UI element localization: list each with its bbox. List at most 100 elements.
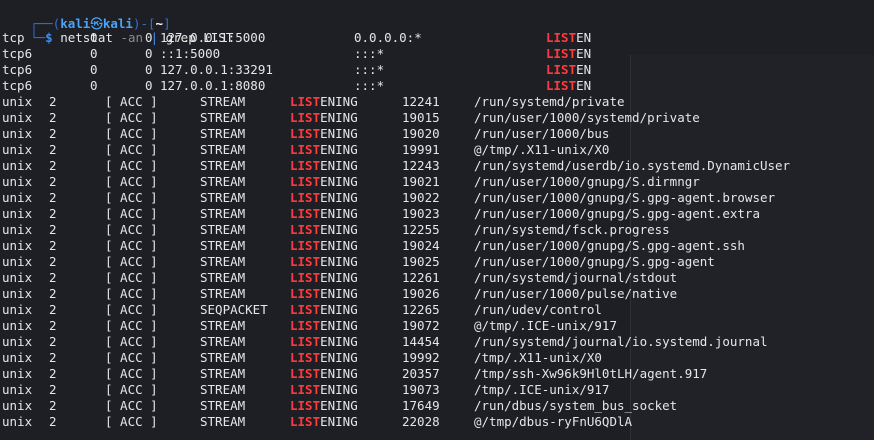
state-highlight: LIST <box>290 398 321 413</box>
flags-cell: [ ACC ] <box>105 142 158 157</box>
type-cell: STREAM <box>200 158 246 173</box>
local-address-cell: ::1:5000 <box>160 46 221 61</box>
inode-cell: 19021 <box>402 174 440 189</box>
state-highlight: LIST <box>290 158 321 173</box>
proto-cell: unix <box>2 238 33 253</box>
proto-cell: unix <box>2 318 33 333</box>
state-rest: ENING <box>320 366 358 381</box>
inode-cell: 19072 <box>402 318 440 333</box>
inode-cell: 19024 <box>402 238 440 253</box>
send-q-cell: 0 <box>145 30 153 45</box>
state-rest: ENING <box>320 206 358 221</box>
state-rest: EN <box>576 62 592 77</box>
proto-cell: unix <box>2 190 33 205</box>
inode-cell: 12241 <box>402 94 440 109</box>
state-cell: LISTENING <box>290 302 358 318</box>
state-cell: LISTENING <box>290 110 358 126</box>
state-cell: LISTENING <box>290 206 358 222</box>
proto-cell: unix <box>2 366 33 381</box>
proto-cell: unix <box>2 222 33 237</box>
inode-cell: 19023 <box>402 206 440 221</box>
state-highlight: LIST <box>290 94 321 109</box>
state-highlight: LIST <box>290 270 321 285</box>
command-line[interactable]: └─$ netstat -an | grep LIST <box>0 14 233 45</box>
type-cell: STREAM <box>200 414 246 429</box>
proto-cell: unix <box>2 94 33 109</box>
inode-cell: 19015 <box>402 110 440 125</box>
state-highlight: LIST <box>290 334 321 349</box>
local-address-cell: 127.0.0.1:8080 <box>160 78 266 93</box>
flags-cell: [ ACC ] <box>105 94 158 109</box>
state-rest: ENING <box>320 94 358 109</box>
state-rest: ENING <box>320 142 358 157</box>
flags-cell: [ ACC ] <box>105 350 158 365</box>
type-cell: STREAM <box>200 382 246 397</box>
state-highlight: LIST <box>290 302 321 317</box>
state-rest: ENING <box>320 398 358 413</box>
terminal-window[interactable]: ┌──(kali㉿kali)-[~] └─$ netstat -an | gre… <box>0 0 874 440</box>
inode-cell: 19022 <box>402 190 440 205</box>
state-cell: LISTENING <box>290 94 358 110</box>
state-rest: ENING <box>320 414 358 429</box>
path-cell: /tmp/ssh-Xw96k9Hl0tLH/agent.917 <box>474 366 708 381</box>
path-cell: /run/dbus/system_bus_socket <box>474 398 678 413</box>
refcnt-cell: 2 <box>49 270 57 285</box>
refcnt-cell: 2 <box>49 190 57 205</box>
path-cell: /run/udev/control <box>474 302 602 317</box>
send-q-cell: 0 <box>145 62 153 77</box>
type-cell: STREAM <box>200 222 246 237</box>
refcnt-cell: 2 <box>49 334 57 349</box>
state-highlight: LIST <box>546 46 577 61</box>
proto-cell: unix <box>2 398 33 413</box>
state-cell: LISTENING <box>290 318 358 334</box>
proto-cell: unix <box>2 286 33 301</box>
refcnt-cell: 2 <box>49 206 57 221</box>
proto-cell: unix <box>2 254 33 269</box>
refcnt-cell: 2 <box>49 94 57 109</box>
refcnt-cell: 2 <box>49 302 57 317</box>
prompt-box-bottom: └─ <box>30 30 46 45</box>
inode-cell: 12243 <box>402 158 440 173</box>
state-highlight: LIST <box>290 174 321 189</box>
refcnt-cell: 2 <box>49 142 57 157</box>
state-rest: EN <box>576 46 592 61</box>
flags-cell: [ ACC ] <box>105 126 158 141</box>
path-cell: /run/systemd/journal/io.systemd.journal <box>474 334 768 349</box>
recv-q-cell: 0 <box>90 46 98 61</box>
path-cell: @/tmp/dbus-ryFnU6QDlA <box>474 414 633 429</box>
refcnt-cell: 2 <box>49 254 57 269</box>
state-highlight: LIST <box>546 30 577 45</box>
refcnt-cell: 2 <box>49 414 57 429</box>
state-rest: EN <box>576 78 592 93</box>
command-name: netstat <box>60 30 113 45</box>
state-highlight: LIST <box>290 238 321 253</box>
state-rest: ENING <box>320 158 358 173</box>
state-highlight: LIST <box>290 254 321 269</box>
flags-cell: [ ACC ] <box>105 334 158 349</box>
state-rest: ENING <box>320 334 358 349</box>
flags-cell: [ ACC ] <box>105 302 158 317</box>
state-cell: LISTEN <box>546 78 591 94</box>
inode-cell: 12255 <box>402 222 440 237</box>
state-highlight: LIST <box>290 110 321 125</box>
type-cell: STREAM <box>200 286 246 301</box>
path-cell: /run/systemd/journal/stdout <box>474 270 678 285</box>
proto-cell: unix <box>2 270 33 285</box>
state-rest: ENING <box>320 190 358 205</box>
foreign-address-cell: :::* <box>354 62 385 77</box>
type-cell: STREAM <box>200 254 246 269</box>
state-cell: LISTEN <box>546 62 591 78</box>
local-address-cell: 127.0.0.1:5000 <box>160 30 266 45</box>
type-cell: STREAM <box>200 174 246 189</box>
state-highlight: LIST <box>290 286 321 301</box>
state-highlight: LIST <box>290 142 321 157</box>
refcnt-cell: 2 <box>49 398 57 413</box>
path-cell: /run/user/1000/gnupg/S.gpg-agent.extra <box>474 206 760 221</box>
state-highlight: LIST <box>290 126 321 141</box>
refcnt-cell: 2 <box>49 366 57 381</box>
flags-cell: [ ACC ] <box>105 382 158 397</box>
flags-cell: [ ACC ] <box>105 238 158 253</box>
inode-cell: 19025 <box>402 254 440 269</box>
state-cell: LISTENING <box>290 414 358 430</box>
refcnt-cell: 2 <box>49 238 57 253</box>
